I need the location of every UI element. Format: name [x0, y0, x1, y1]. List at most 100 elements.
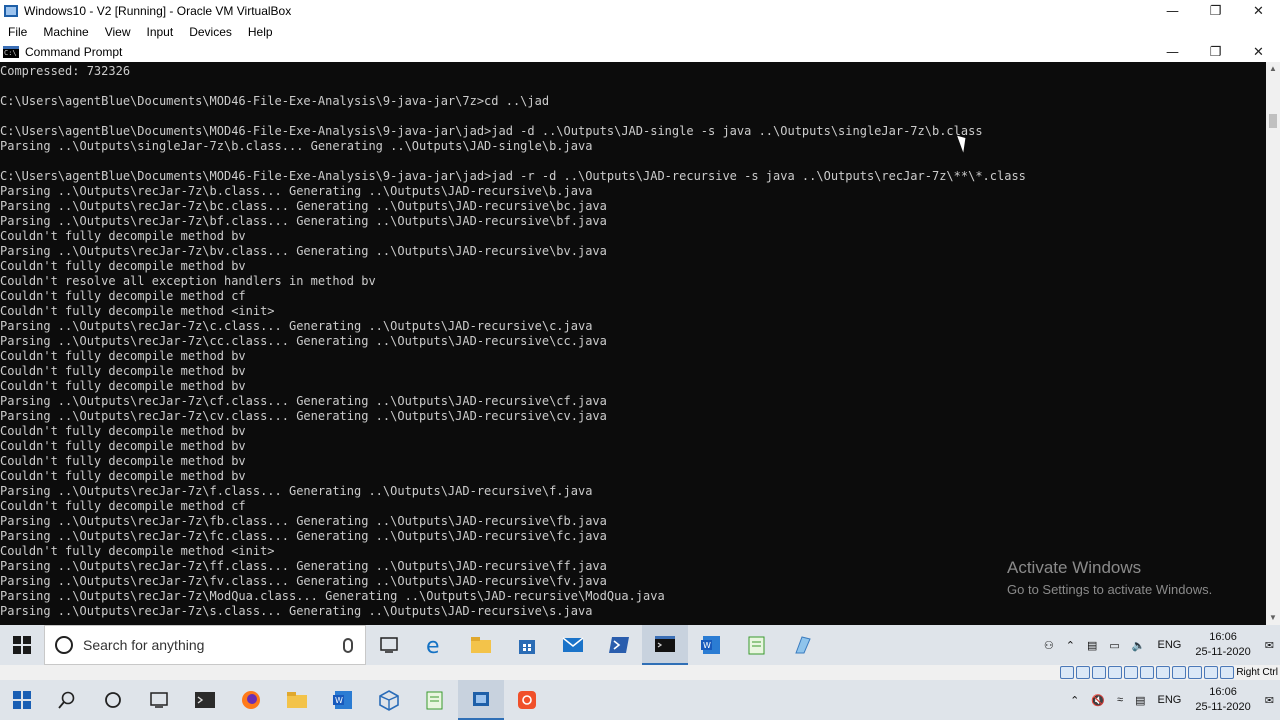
- console-line: Couldn't fully decompile method <init>: [0, 304, 275, 318]
- close-icon[interactable]: ✕: [1237, 0, 1280, 22]
- usb-status-icon[interactable]: [1124, 666, 1138, 679]
- restore-icon[interactable]: ❐: [1194, 0, 1237, 22]
- host-key-label: Right Ctrl: [1236, 667, 1278, 678]
- minimize-icon[interactable]: —: [1151, 0, 1194, 22]
- mail-icon[interactable]: [550, 625, 596, 665]
- cmd-title-bar: C:\ Command Prompt — ❐ ✕: [0, 42, 1280, 62]
- host-language[interactable]: ENG: [1157, 694, 1181, 706]
- host-virtualbox-icon[interactable]: [458, 680, 504, 720]
- vbox-window-controls: — ❐ ✕: [1151, 0, 1280, 22]
- console-line: Parsing ..\Outputs\recJar-7z\bv.class...…: [0, 244, 607, 258]
- console-line: C:\Users\agentBlue\Documents\MOD46-File-…: [0, 94, 550, 108]
- svg-text:W: W: [703, 641, 711, 650]
- console-output[interactable]: Compressed: 732326 C:\Users\agentBlue\Do…: [0, 62, 1266, 625]
- scroll-up-arrow-icon[interactable]: ▲: [1266, 62, 1280, 76]
- guest-time: 16:06: [1209, 631, 1237, 643]
- menu-devices[interactable]: Devices: [181, 25, 240, 39]
- guest-language[interactable]: ENG: [1157, 639, 1181, 651]
- taskbar-search[interactable]: Search for anything: [44, 625, 366, 665]
- host-tray-chevron-icon[interactable]: ⌃: [1070, 694, 1079, 707]
- start-button[interactable]: [0, 625, 44, 665]
- scroll-down-arrow-icon[interactable]: ▼: [1266, 611, 1280, 625]
- store-icon[interactable]: [504, 625, 550, 665]
- host-network-icon[interactable]: ▤: [1135, 694, 1145, 707]
- host-task-view-icon[interactable]: [136, 680, 182, 720]
- 3d-viewer-icon[interactable]: [366, 680, 412, 720]
- menu-input[interactable]: Input: [139, 25, 182, 39]
- console-line: C:\Users\agentBlue\Documents\MOD46-File-…: [0, 169, 1026, 183]
- people-icon[interactable]: ⚇: [1044, 639, 1054, 652]
- network-icon[interactable]: ▤: [1087, 639, 1097, 652]
- vbox-menu-bar: File Machine View Input Devices Help: [0, 22, 1280, 42]
- console-line: Parsing ..\Outputs\recJar-7z\c.class... …: [0, 319, 593, 333]
- cmd-window-title: Command Prompt: [25, 45, 123, 59]
- console-line: Couldn't fully decompile method bv: [0, 259, 246, 273]
- video-capture-icon[interactable]: [1172, 666, 1186, 679]
- menu-file[interactable]: File: [0, 25, 35, 39]
- host-mute-icon[interactable]: 🔇: [1091, 694, 1105, 707]
- file-explorer-icon[interactable]: [458, 625, 504, 665]
- host-search-icon[interactable]: [44, 680, 90, 720]
- menu-view[interactable]: View: [97, 25, 139, 39]
- console-line: Parsing ..\Outputs\recJar-7z\bf.class...…: [0, 214, 607, 228]
- console-line: Compressed: 732326: [0, 64, 131, 78]
- cmd-close-icon[interactable]: ✕: [1237, 42, 1280, 62]
- guest-date: 25-11-2020: [1195, 646, 1251, 658]
- keyboard-capture-icon[interactable]: [1220, 666, 1234, 679]
- host-start-button[interactable]: [0, 680, 44, 720]
- host-terminal-icon[interactable]: [182, 680, 228, 720]
- console-line: Couldn't fully decompile method cf: [0, 289, 246, 303]
- host-word-icon[interactable]: W: [320, 680, 366, 720]
- tray-chevron-icon[interactable]: ⌃: [1066, 639, 1075, 652]
- notification-icon[interactable]: ✉: [1265, 639, 1274, 652]
- cmd-minimize-icon[interactable]: —: [1151, 42, 1194, 62]
- menu-machine[interactable]: Machine: [35, 25, 96, 39]
- console-line: Parsing ..\Outputs\recJar-7z\cv.class...…: [0, 409, 607, 423]
- console-line: Couldn't resolve all exception handlers …: [0, 274, 376, 288]
- screen-recorder-icon[interactable]: [504, 680, 550, 720]
- paint-icon[interactable]: [780, 625, 826, 665]
- shared-folder-icon[interactable]: [1140, 666, 1154, 679]
- console-line: Couldn't fully decompile method bv: [0, 454, 246, 468]
- console-line: Couldn't fully decompile method bv: [0, 364, 246, 378]
- network-status-icon[interactable]: [1108, 666, 1122, 679]
- hdd-status-icon[interactable]: [1060, 666, 1074, 679]
- menu-help[interactable]: Help: [240, 25, 281, 39]
- firefox-icon[interactable]: [228, 680, 274, 720]
- microphone-icon[interactable]: [343, 637, 353, 653]
- word-icon[interactable]: W: [688, 625, 734, 665]
- cmd-restore-icon[interactable]: ❐: [1194, 42, 1237, 62]
- virtualbox-icon: [4, 5, 18, 17]
- console-line: Parsing ..\Outputs\recJar-7z\cf.class...…: [0, 394, 607, 408]
- cpu-status-icon[interactable]: [1188, 666, 1202, 679]
- console-line: Couldn't fully decompile method <init>: [0, 544, 275, 558]
- console-line: Couldn't fully decompile method bv: [0, 469, 246, 483]
- console-scrollbar[interactable]: ▲ ▼: [1266, 62, 1280, 625]
- battery-icon[interactable]: ▭: [1109, 639, 1119, 652]
- notepad-plus-icon[interactable]: [734, 625, 780, 665]
- host-time: 16:06: [1209, 686, 1237, 698]
- volume-icon[interactable]: 🔈: [1132, 639, 1146, 652]
- host-file-explorer-icon[interactable]: [274, 680, 320, 720]
- svg-text:W: W: [335, 696, 343, 705]
- powershell-icon[interactable]: [596, 625, 642, 665]
- command-prompt-taskbar-icon[interactable]: [642, 625, 688, 665]
- edge-browser-icon[interactable]: e: [412, 625, 458, 665]
- mouse-integration-icon[interactable]: [1204, 666, 1218, 679]
- task-view-icon[interactable]: [366, 625, 412, 665]
- activate-windows-watermark: Activate Windows Go to Settings to activ…: [1007, 558, 1212, 597]
- display-status-icon[interactable]: [1156, 666, 1170, 679]
- svg-text:e: e: [426, 634, 440, 656]
- windows-logo-icon: [13, 636, 31, 654]
- audio-status-icon[interactable]: [1092, 666, 1106, 679]
- host-clock[interactable]: 16:06 25-11-2020: [1195, 685, 1250, 715]
- host-wifi-icon[interactable]: ≈: [1117, 694, 1123, 706]
- scroll-thumb[interactable]: [1269, 114, 1277, 128]
- command-prompt-icon: C:\: [3, 46, 19, 58]
- host-cortana-icon[interactable]: [90, 680, 136, 720]
- optical-drive-icon[interactable]: [1076, 666, 1090, 679]
- guest-clock[interactable]: 16:06 25-11-2020: [1195, 630, 1250, 660]
- host-notepad-plus-icon[interactable]: [412, 680, 458, 720]
- host-notification-icon[interactable]: ✉: [1265, 694, 1274, 707]
- console-line: Couldn't fully decompile method bv: [0, 379, 246, 393]
